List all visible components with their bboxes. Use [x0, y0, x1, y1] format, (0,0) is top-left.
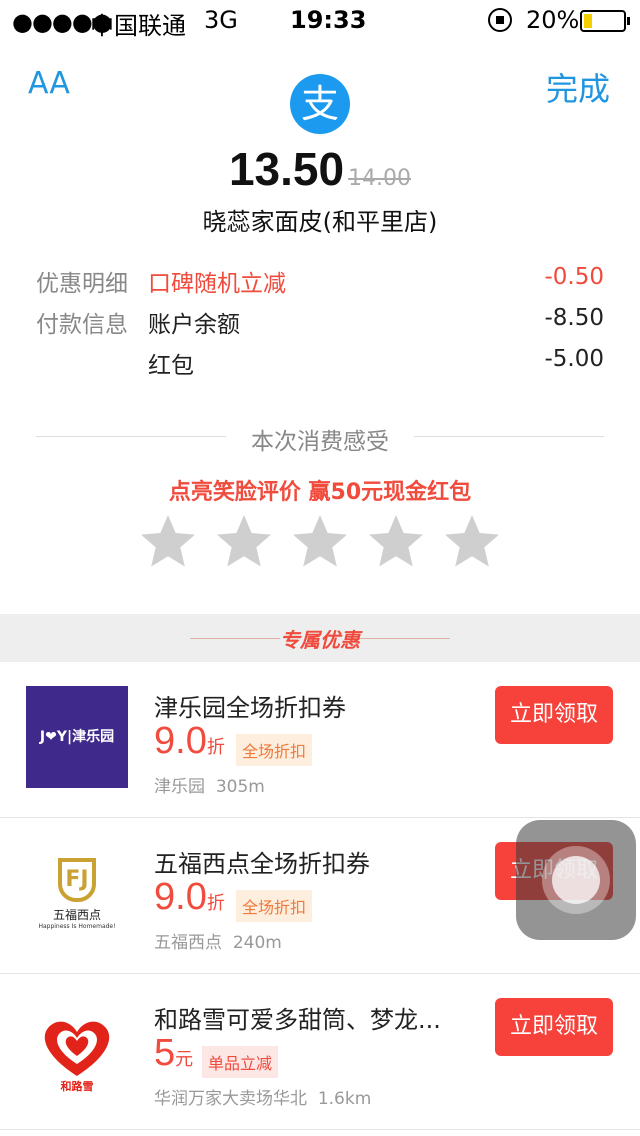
heart-logo-name: 和路雪 [60, 1080, 94, 1093]
deal-meta: 华润万家大卖场华北 1.6km [154, 1084, 371, 1109]
deal-item[interactable]: J❤Y|津乐园 津乐园全场折扣券 9.0折 全场折扣 津乐园 305m 立即领取 [0, 662, 640, 818]
star-icon[interactable] [290, 512, 350, 572]
deal-price: 9.0折 [154, 876, 225, 919]
deal-meta: 五福西点 240m [154, 928, 282, 953]
detail-row-redpacket: 红包 -5.00 [36, 346, 604, 382]
original-amount: 14.00 [348, 166, 412, 191]
deal-meta: 津乐园 305m [154, 772, 265, 797]
paid-amount: 13.50 [228, 143, 345, 195]
claim-button[interactable]: 立即领取 [495, 686, 613, 744]
deal-price: 5元 [154, 1032, 193, 1075]
wufu-logo: FJ 五福西点 Happiness Is Homemade! [26, 858, 128, 944]
detail-label: 付款信息 [36, 312, 128, 338]
deal-price-unit: 元 [175, 1049, 194, 1070]
divider-line [414, 436, 604, 437]
detail-item: 红包 [148, 353, 194, 379]
deal-title: 五福西点全场折扣券 [154, 850, 370, 878]
deals-header: 专属优惠 [0, 614, 640, 662]
network-label: 3G [204, 6, 238, 34]
star-icon[interactable] [138, 512, 198, 572]
wall-heart-logo: 和路雪 [26, 998, 128, 1100]
carrier-label: 中国联通 [90, 12, 186, 40]
deal-price-unit: 折 [206, 893, 225, 914]
alipay-logo-icon: 支 [290, 74, 350, 134]
rotation-lock-icon [488, 8, 512, 32]
battery-percentage: 20% [526, 6, 580, 34]
deal-price-value: 9.0 [154, 876, 207, 918]
deal-store: 五福西点 [154, 933, 222, 953]
deal-title: 和路雪可爱多甜筒、梦龙... [154, 1006, 441, 1034]
jinleyuan-logo: J❤Y|津乐园 [26, 686, 128, 788]
deals-header-title: 专属优惠 [280, 628, 360, 652]
divider-line [360, 638, 450, 639]
detail-item: 口碑随机立减 [148, 271, 286, 297]
deal-price-value: 9.0 [154, 720, 207, 762]
detail-value: -5.00 [544, 346, 604, 372]
rating-title: 本次消费感受 [251, 429, 389, 455]
wufu-logo-mark: FJ [58, 858, 96, 902]
detail-value: -8.50 [544, 305, 604, 331]
deal-thumbnail: J❤Y|津乐园 [26, 686, 128, 788]
deal-title: 津乐园全场折扣券 [154, 694, 346, 722]
detail-value: -0.50 [544, 264, 604, 290]
rating-section-title: 本次消费感受 [36, 422, 604, 455]
deal-price-value: 5 [154, 1032, 176, 1074]
merchant-name: 晓蕊家面皮(和平里店) [202, 208, 438, 236]
detail-label: 优惠明细 [36, 271, 128, 297]
aa-split-button[interactable]: AA [28, 66, 70, 101]
amount-row: 13.50 14.00 [0, 142, 640, 196]
deal-tag: 单品立减 [202, 1046, 279, 1078]
wufu-logo-slogan: Happiness Is Homemade! [38, 923, 116, 930]
deal-distance: 240m [232, 933, 282, 953]
done-button[interactable]: 完成 [546, 64, 610, 110]
status-bar: ●●●●● 中国联通 3G 19:33 20% [0, 0, 640, 40]
star-icon[interactable] [442, 512, 502, 572]
battery-icon [580, 10, 630, 32]
deal-price-unit: 折 [206, 737, 225, 758]
star-icon[interactable] [214, 512, 274, 572]
deal-thumbnail: FJ 五福西点 Happiness Is Homemade! [26, 842, 128, 944]
deal-store: 津乐园 [154, 777, 205, 797]
deal-distance: 1.6km [317, 1089, 372, 1109]
detail-item: 账户余额 [148, 312, 240, 338]
star-rating[interactable] [138, 512, 504, 576]
deal-store: 华润万家大卖场华北 [154, 1089, 307, 1109]
deal-thumbnail: 和路雪 [26, 998, 128, 1100]
clock: 19:33 [290, 6, 367, 34]
deal-price: 9.0折 [154, 720, 225, 763]
deal-tag: 全场折扣 [236, 890, 313, 922]
assistive-touch-button[interactable] [516, 820, 636, 940]
assistive-touch-core [552, 856, 600, 904]
battery-fill [584, 14, 592, 28]
detail-row-balance: 付款信息 账户余额 -8.50 [36, 305, 604, 341]
rating-promo-text: 点亮笑脸评价 赢50元现金红包 [168, 480, 472, 505]
wufu-logo-name: 五福西点 [52, 908, 101, 922]
star-icon[interactable] [366, 512, 426, 572]
deal-distance: 305m [215, 777, 265, 797]
deal-item[interactable]: 和路雪 和路雪可爱多甜筒、梦龙... 5元 单品立减 华润万家大卖场华北 1.6… [0, 974, 640, 1130]
deal-tag: 全场折扣 [236, 734, 313, 766]
detail-row-discount: 优惠明细 口碑随机立减 -0.50 [36, 264, 604, 300]
claim-button[interactable]: 立即领取 [495, 998, 613, 1056]
